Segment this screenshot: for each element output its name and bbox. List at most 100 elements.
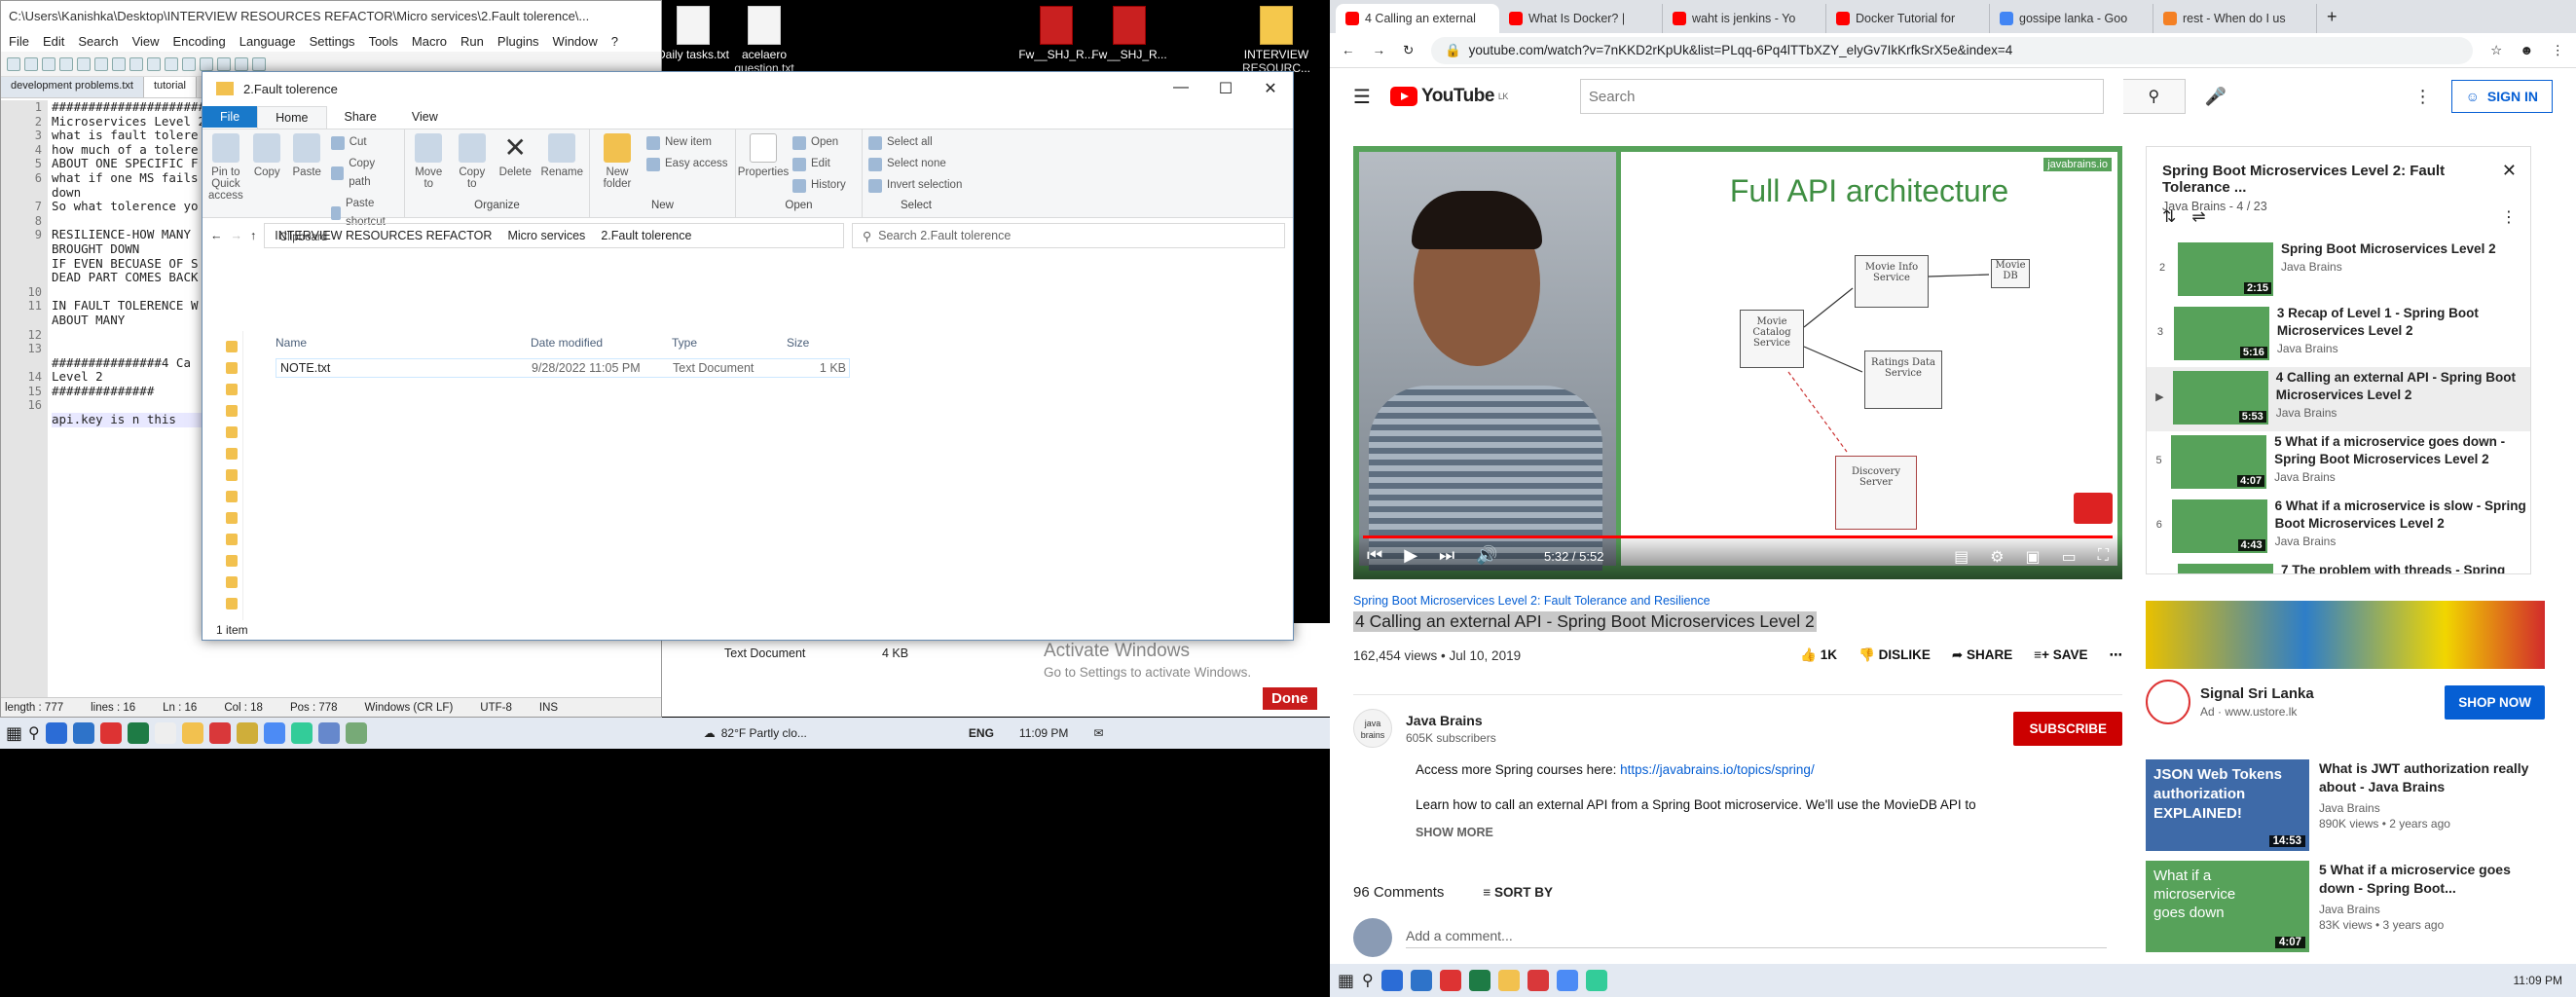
tab-tutorial[interactable]: tutorial [143, 77, 197, 97]
sign-in-button[interactable]: ☺ SIGN IN [2450, 80, 2553, 113]
ribbon-tab-file[interactable]: File [202, 106, 258, 128]
recommended-video[interactable]: What if a microservice goes down 4:07 5 … [2146, 861, 2545, 954]
playlist-item[interactable]: 7 The problem with threads - Spring [2147, 560, 2530, 573]
edge-icon[interactable] [154, 722, 176, 744]
desktop-icon[interactable]: INTERVIEW RESOURC... [1233, 6, 1320, 75]
save-all-icon[interactable] [59, 56, 73, 71]
sort-button[interactable]: ≡ SORT BY [1483, 885, 1553, 900]
more-icon[interactable]: ⋮ [2414, 87, 2432, 107]
chrome-icon[interactable] [1556, 970, 1578, 991]
recommended-video[interactable]: JSON Web Tokens authorization EXPLAINED!… [2146, 759, 2545, 853]
forward-icon[interactable]: → [231, 229, 243, 242]
notepad-icon[interactable] [236, 722, 258, 744]
address-bar[interactable]: 🔒 youtube.com/watch?v=7nKKD2rKpUk&list=P… [1431, 36, 2474, 64]
channel-name[interactable]: Java Brains [1406, 713, 1496, 728]
playlist-item[interactable]: 5 4:07 5 What if a microservice goes down … [2147, 431, 2530, 496]
menu-window[interactable]: Window [553, 34, 598, 49]
copy-icon[interactable] [129, 56, 143, 71]
menu-run[interactable]: Run [460, 34, 484, 49]
browser-tab[interactable]: waht is jenkins - Yo [1663, 4, 1826, 33]
captions-icon[interactable]: ▤ [1954, 547, 1969, 567]
minimize-icon[interactable]: — [1159, 79, 1203, 98]
desktop-icon[interactable]: Fw__SHJ_R... [1086, 6, 1173, 61]
reload-icon[interactable]: ↻ [1403, 43, 1414, 58]
app-icon[interactable] [290, 722, 313, 744]
explorer-search-input[interactable]: ⚲ Search 2.Fault tolerence [852, 223, 1285, 248]
notification-icon[interactable]: ✉ [1093, 726, 1103, 740]
browser-tab[interactable]: gossipe lanka - Goo [1990, 4, 2153, 33]
menu-macro[interactable]: Macro [412, 34, 447, 49]
menu-encoding[interactable]: Encoding [173, 34, 226, 49]
ad-title[interactable]: Signal Sri Lanka [2200, 685, 2314, 702]
hamburger-icon[interactable]: ☰ [1353, 85, 1371, 109]
subscribe-button[interactable]: SUBSCRIBE [2013, 711, 2122, 746]
channel-avatar[interactable]: java brains [1353, 709, 1392, 748]
volume-icon[interactable]: 🔊 [1476, 545, 1497, 566]
play-icon[interactable]: ▶ [1404, 545, 1417, 566]
browser-tab[interactable]: rest - When do I us [2153, 4, 2317, 33]
more-actions-icon[interactable]: ⋯ [2110, 647, 2123, 663]
progress-bar[interactable] [1363, 535, 2113, 538]
settings-icon[interactable]: ⚙ [1990, 547, 2004, 567]
forward-icon[interactable]: → [1373, 43, 1386, 57]
ribbon-tab-view[interactable]: View [394, 106, 456, 128]
show-more-button[interactable]: SHOW MORE [1416, 822, 2122, 843]
redo-icon[interactable] [182, 56, 196, 71]
up-icon[interactable]: ↑ [250, 229, 256, 242]
easy-access-button[interactable]: Easy access [646, 155, 728, 173]
loop-icon[interactable]: ⇅ [2162, 207, 2176, 227]
explorer-icon[interactable] [181, 722, 203, 744]
new-item-button[interactable]: New item [646, 133, 728, 152]
mail-icon[interactable] [1410, 970, 1432, 991]
desktop-icon[interactable]: acelaero question.txt [720, 6, 808, 75]
star-icon[interactable]: ☆ [2490, 43, 2502, 58]
start-icon[interactable]: ▦ [1338, 971, 1354, 991]
zoom-out-icon[interactable] [252, 56, 266, 71]
app-icon[interactable] [345, 722, 367, 744]
opera-icon[interactable] [1439, 970, 1461, 991]
navigation-pane[interactable] [202, 331, 243, 620]
search-icon[interactable]: ⚲ [28, 723, 40, 743]
playlist-link[interactable]: Spring Boot Microservices Level 2: Fault… [1353, 594, 2122, 608]
start-icon[interactable]: ▦ [6, 723, 22, 744]
language-indicator[interactable]: ENG [969, 726, 994, 740]
shuffle-icon[interactable]: ⇌ [2191, 207, 2205, 227]
app-icon[interactable] [317, 722, 340, 744]
ribbon-tab-home[interactable]: Home [257, 105, 327, 129]
browser-tab[interactable]: What Is Docker? | [1499, 4, 1663, 33]
back-icon[interactable]: ← [1342, 43, 1355, 57]
copy-to-button[interactable]: Copy to [455, 133, 491, 190]
explorer-titlebar[interactable]: 2.Fault tolerence — ☐ ✕ [202, 72, 1293, 105]
menu-settings[interactable]: Settings [310, 34, 355, 49]
brave-icon[interactable] [1527, 970, 1549, 991]
address-bar[interactable]: INTERVIEW RESOURCES REFACTOR Micro servi… [264, 223, 844, 248]
clock[interactable]: 11:09 PM [2514, 974, 2562, 987]
open-button[interactable]: Open [792, 133, 846, 152]
opera-icon[interactable] [99, 722, 122, 744]
excel-icon[interactable] [127, 722, 149, 744]
search-icon[interactable]: ⚲ [1362, 971, 1374, 990]
paste-button[interactable]: Paste [291, 133, 323, 232]
back-icon[interactable]: ← [210, 229, 223, 242]
app-icon[interactable] [1585, 970, 1607, 991]
mail-icon[interactable] [72, 722, 94, 744]
shop-now-button[interactable]: SHOP NOW [2445, 684, 2545, 720]
theater-icon[interactable]: ▭ [2062, 547, 2077, 567]
more-icon[interactable]: ⋮ [2501, 207, 2517, 227]
col-type[interactable]: Type [672, 336, 787, 350]
notepad-titlebar[interactable]: C:\Users\Kanishka\Desktop\INTERVIEW RESO… [1, 1, 661, 30]
explorer-icon[interactable] [1497, 970, 1520, 991]
video-player[interactable]: Full API architecture javabrains.io Movi… [1353, 146, 2122, 579]
search-input[interactable]: Search [1579, 79, 2104, 114]
maximize-icon[interactable]: ☐ [1203, 79, 1248, 98]
youtube-logo[interactable]: YouTube LK [1389, 86, 1508, 107]
delete-button[interactable]: ✕ Delete [497, 133, 534, 190]
cut-button[interactable]: Cut [330, 133, 398, 152]
zoom-in-icon[interactable] [235, 56, 248, 71]
browser-tab[interactable]: Docker Tutorial for [1826, 4, 1990, 33]
copy-button[interactable]: Copy [251, 133, 283, 232]
cut-icon[interactable] [112, 56, 126, 71]
pin-quick-access-button[interactable]: Pin to Quick access [208, 133, 243, 232]
file-row[interactable]: NOTE.txt 9/28/2022 11:05 PM Text Documen… [276, 358, 850, 378]
task-view-icon[interactable] [1380, 970, 1403, 991]
